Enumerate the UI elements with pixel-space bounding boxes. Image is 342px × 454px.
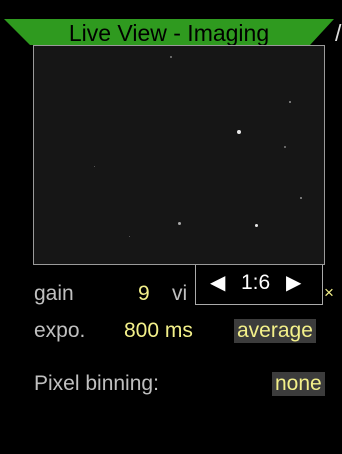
zoom-right-arrow-icon[interactable]: ▶ [286,272,301,294]
star [255,224,258,227]
zoom-selector[interactable]: ◀ 1:6 ▶ [195,265,323,305]
title-overflow-glyph: / [335,20,342,46]
exposure-label: expo. [34,319,86,342]
close-icon[interactable]: × [324,283,334,303]
star [94,166,95,167]
star [129,236,130,237]
page-title: Live View - Imaging [68,20,270,46]
gain-value[interactable]: 9 [138,282,150,306]
star [284,146,286,148]
gain-label: gain [34,282,74,305]
star [237,130,241,134]
view-label: vi [172,282,188,305]
title-banner: Live View - Imaging / [4,19,342,46]
exposure-value[interactable]: 800 ms [124,319,193,343]
pixel-binning-label: Pixel binning: [34,372,159,395]
star [170,56,172,58]
live-preview-image[interactable] [33,45,325,265]
star [289,101,291,103]
star [178,222,181,225]
star [300,197,302,199]
zoom-ratio: 1:6 [241,271,271,294]
zoom-left-arrow-icon[interactable]: ◀ [210,272,225,294]
mode-value[interactable]: average [234,319,316,343]
pixel-binning-value[interactable]: none [272,372,325,396]
